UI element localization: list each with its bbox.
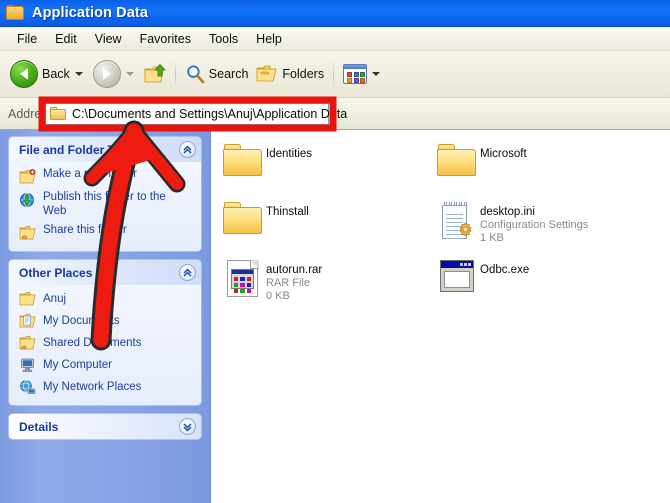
menu-item-edit[interactable]: Edit: [46, 30, 86, 48]
place-label: My Computer: [43, 359, 113, 371]
page-title: Application Data: [32, 5, 148, 21]
address-input[interactable]: C:\Documents and Settings\Anuj\Applicati…: [45, 103, 347, 125]
place-label: Anuj: [43, 293, 67, 305]
share-folder-icon: [19, 226, 36, 240]
forward-history-dropdown-icon[interactable]: [125, 72, 134, 76]
file-item-odbc-exe[interactable]: Odbc.exe: [434, 256, 648, 314]
folder-icon: [223, 202, 263, 235]
generic-file-icon: [227, 260, 259, 298]
explorer-window: Application Data File Edit View Favorite…: [0, 0, 670, 503]
file-list: Identities Microsoft Thinstall desktop.i…: [212, 130, 670, 503]
folders-icon: [257, 65, 277, 82]
my-computer-icon: [21, 358, 34, 372]
panel-title: File and Folder Tasks: [19, 142, 141, 157]
toolbar: Back Search Folders: [0, 51, 670, 98]
menu-item-tools[interactable]: Tools: [200, 30, 247, 48]
publish-web-icon: [20, 193, 34, 207]
file-type: Configuration Settings: [480, 219, 589, 231]
task-make-a-new-folder[interactable]: Make a new folder: [19, 168, 193, 185]
folder-icon: [437, 144, 477, 177]
shared-documents-icon: [19, 336, 36, 350]
network-places-icon: [20, 380, 36, 394]
file-name: Odbc.exe: [480, 264, 530, 276]
place-anuj[interactable]: Anuj: [19, 291, 193, 307]
task-publish-this-folder-to-the-web[interactable]: Publish this folder to the Web: [19, 191, 193, 218]
new-folder-icon: [19, 169, 36, 184]
place-label: Shared Documents: [43, 337, 142, 349]
task-label: Make a new folder: [43, 168, 137, 180]
file-name: desktop.ini: [480, 206, 535, 218]
search-icon: [187, 65, 205, 84]
task-label: Publish this folder to the Web: [43, 191, 166, 217]
views-button[interactable]: [339, 55, 386, 93]
file-size: 1 KB: [480, 231, 504, 244]
place-label: My Documents: [43, 315, 120, 327]
address-path-text: C:\Documents and Settings\Anuj\Applicati…: [72, 107, 348, 121]
views-icon: [343, 64, 368, 84]
back-button-label: Back: [42, 67, 70, 81]
folder-icon: [223, 144, 263, 177]
search-button[interactable]: Search: [181, 55, 253, 93]
file-name: Thinstall: [266, 206, 309, 218]
file-type: RAR File: [266, 277, 311, 289]
file-size: 0 KB: [266, 289, 290, 302]
forward-button[interactable]: [89, 55, 140, 93]
panel-title: Details: [19, 419, 59, 434]
folders-button[interactable]: Folders: [252, 55, 328, 93]
place-my-computer[interactable]: My Computer: [19, 357, 193, 373]
forward-arrow-icon: [92, 60, 121, 88]
file-name: Identities: [266, 148, 313, 160]
my-documents-icon: [19, 314, 36, 328]
back-button[interactable]: Back: [6, 55, 89, 93]
menu-item-help[interactable]: Help: [247, 30, 291, 48]
title-bar: Application Data: [0, 0, 670, 27]
panel-details: Details: [9, 414, 201, 439]
search-button-label: Search: [208, 67, 249, 81]
folder-icon: [19, 292, 36, 306]
application-icon: [440, 260, 474, 292]
place-my-network-places[interactable]: My Network Places: [19, 379, 193, 395]
back-arrow-icon: [10, 60, 38, 88]
panel-body: Make a new folder Publish this folder to…: [9, 162, 201, 251]
menu-item-favorites[interactable]: Favorites: [131, 30, 200, 48]
place-label: My Network Places: [43, 381, 142, 393]
menu-bar: File Edit View Favorites Tools Help: [0, 27, 670, 51]
folder-icon: [50, 107, 67, 121]
menu-item-file[interactable]: File: [8, 30, 46, 48]
folders-button-label: Folders: [282, 67, 325, 81]
panel-title: Other Places: [19, 265, 93, 280]
back-history-dropdown-icon[interactable]: [74, 72, 83, 76]
folder-icon: [6, 5, 25, 21]
panel-header[interactable]: Other Places: [9, 260, 201, 285]
menu-item-view[interactable]: View: [86, 30, 131, 48]
toolbar-separator: [333, 61, 335, 87]
file-name: autorun.rar: [266, 264, 323, 276]
panel-header[interactable]: Details: [9, 414, 201, 439]
file-item-desktop-ini[interactable]: desktop.ini Configuration Settings 1 KB: [434, 198, 648, 256]
up-button[interactable]: [140, 55, 170, 93]
task-share-this-folder[interactable]: Share this folder: [19, 224, 193, 241]
panel-body: Anuj My Documents Shared Documents My Co…: [9, 285, 201, 405]
panel-header[interactable]: File and Folder Tasks: [9, 137, 201, 162]
place-shared-documents[interactable]: Shared Documents: [19, 335, 193, 351]
views-dropdown-icon[interactable]: [372, 72, 381, 76]
place-my-documents[interactable]: My Documents: [19, 313, 193, 329]
file-item-autorun-rar[interactable]: autorun.rar RAR File 0 KB: [220, 256, 434, 314]
chevron-up-icon[interactable]: [179, 264, 196, 281]
file-item-thinstall[interactable]: Thinstall: [220, 198, 434, 256]
file-item-microsoft[interactable]: Microsoft: [434, 140, 648, 198]
task-label: Share this folder: [43, 224, 127, 236]
config-file-icon: [440, 202, 474, 240]
chevron-up-icon[interactable]: [179, 141, 196, 158]
panel-file-and-folder-tasks: File and Folder Tasks Make a new folder …: [9, 137, 201, 251]
chevron-down-icon[interactable]: [179, 418, 196, 435]
task-pane-sidebar: File and Folder Tasks Make a new folder …: [0, 130, 211, 503]
file-name: Microsoft: [480, 148, 527, 160]
file-item-identities[interactable]: Identities: [220, 140, 434, 198]
up-one-level-icon: [144, 64, 166, 83]
toolbar-separator: [174, 61, 176, 87]
panel-other-places: Other Places Anuj My Documents Shared Do…: [9, 260, 201, 405]
